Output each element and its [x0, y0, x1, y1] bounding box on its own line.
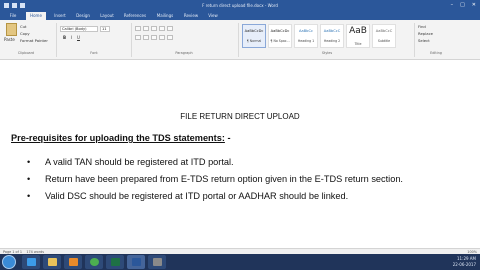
taskbar-app-chrome[interactable]	[85, 255, 103, 269]
style-name: Title	[354, 42, 362, 46]
list-item: • Valid DSC should be registered at ITD p…	[27, 191, 348, 201]
font-size-select[interactable]: 11	[100, 26, 110, 32]
tab-file[interactable]: File	[4, 12, 22, 20]
numbering-icon[interactable]	[143, 26, 149, 31]
internet-explorer-icon	[26, 258, 36, 266]
align-right-icon[interactable]	[151, 35, 157, 40]
list-item-text: A valid TAN should be registered at ITD …	[45, 157, 234, 167]
editing-group-label: Editing	[430, 51, 442, 55]
style-preview: AaBbCcC	[323, 29, 341, 33]
prerequisites-heading-suffix: -	[224, 133, 231, 143]
align-left-icon[interactable]	[135, 35, 141, 40]
tab-review[interactable]: Review	[180, 12, 202, 20]
tab-insert[interactable]: Insert	[50, 12, 70, 20]
align-center-icon[interactable]	[143, 35, 149, 40]
font-group-label: Font	[90, 51, 98, 55]
style-name: ¶ Normal	[246, 39, 262, 43]
bullets-icon[interactable]	[135, 26, 141, 31]
paragraph-group-label: Paragraph	[175, 51, 193, 55]
start-button[interactable]	[2, 255, 16, 269]
font-name-select[interactable]: Calibri (Body)	[60, 26, 98, 32]
taskbar-app-other[interactable]	[148, 255, 166, 269]
tab-layout[interactable]: Layout	[96, 12, 118, 20]
style-preview: AaBbCcDc	[244, 29, 264, 33]
bold-button[interactable]: B	[62, 35, 67, 40]
cut-button[interactable]: Cut	[20, 24, 27, 29]
format-painter-button[interactable]: Format Painter	[20, 38, 48, 43]
style-name: Subtitle	[377, 39, 391, 43]
paste-button[interactable]: Paste	[4, 37, 15, 42]
list-item: • Return have been prepared from E-TDS re…	[27, 174, 403, 184]
word-icon	[131, 258, 141, 266]
clipboard-group-label: Clipboard	[17, 51, 35, 55]
style-name: ¶ No Spac...	[270, 39, 290, 43]
chrome-icon	[89, 258, 99, 266]
tab-view[interactable]: View	[204, 12, 222, 20]
title-bar: F return direct upload file.docx - Word …	[0, 0, 480, 11]
taskbar-app-explorer[interactable]	[43, 255, 61, 269]
style-preview: AaBbCcDc	[270, 29, 290, 33]
style-preview: AaBbCc	[299, 29, 313, 33]
divider	[414, 23, 415, 57]
excel-icon	[110, 258, 120, 266]
tab-mailings[interactable]: Mailings	[152, 12, 178, 20]
find-button[interactable]: Find	[418, 24, 426, 29]
list-item: • A valid TAN should be registered at ITD…	[27, 157, 234, 167]
taskbar-app-excel[interactable]	[106, 255, 124, 269]
maximize-button[interactable]: □	[460, 2, 465, 8]
style-no-spacing[interactable]: AaBbCcDc ¶ No Spac...	[268, 24, 292, 48]
bullet-icon: •	[27, 191, 31, 201]
style-heading-2[interactable]: AaBbCcC Heading 2	[320, 24, 344, 48]
folder-icon	[47, 258, 57, 266]
taskbar-app-ie[interactable]	[22, 255, 40, 269]
prerequisites-heading-text: Pre-requisites for uploading the TDS sta…	[11, 133, 225, 143]
ribbon-home: Paste Cut Copy Format Painter Clipboard …	[0, 20, 480, 60]
minimize-button[interactable]: –	[451, 2, 454, 8]
ribbon-tabs: File Home Insert Design Layout Reference…	[0, 11, 480, 20]
divider	[56, 23, 57, 57]
decrease-indent-icon[interactable]	[159, 26, 165, 31]
style-preview: AaBbCcC	[375, 29, 393, 33]
system-tray: 11:29 AM 22-06-2017	[453, 256, 476, 268]
media-player-icon	[68, 258, 78, 266]
style-heading-1[interactable]: AaBbCc Heading 1	[294, 24, 318, 48]
document-page[interactable]: FILE RETURN DIRECT UPLOAD Pre-requisites…	[0, 61, 480, 248]
taskbar-app-word[interactable]	[127, 255, 145, 269]
list-item-text: Return have been prepared from E-TDS ret…	[45, 174, 403, 184]
app-icon	[152, 258, 162, 266]
tab-home[interactable]: Home	[26, 12, 46, 20]
taskbar-app-media[interactable]	[64, 255, 82, 269]
style-subtitle[interactable]: AaBbCcC Subtitle	[372, 24, 396, 48]
style-name: Heading 2	[323, 39, 341, 43]
styles-group-label: Styles	[321, 51, 333, 55]
taskbar: 11:29 AM 22-06-2017	[0, 254, 480, 270]
copy-button[interactable]: Copy	[20, 31, 30, 36]
line-spacing-icon[interactable]	[167, 35, 173, 40]
italic-button[interactable]: I	[69, 35, 74, 40]
close-button[interactable]: ✕	[472, 2, 476, 8]
justify-icon[interactable]	[159, 35, 165, 40]
style-preview: AaB	[349, 26, 367, 36]
select-button[interactable]: Select	[418, 38, 430, 43]
multilevel-list-icon[interactable]	[151, 26, 157, 31]
tab-references[interactable]: References	[120, 12, 150, 20]
style-name: Heading 1	[297, 39, 315, 43]
bullet-icon: •	[27, 174, 31, 184]
paste-icon[interactable]	[6, 23, 17, 36]
bullet-icon: •	[27, 157, 31, 167]
divider	[238, 23, 239, 57]
document-title: FILE RETURN DIRECT UPLOAD	[180, 112, 300, 121]
style-title[interactable]: AaB Title	[346, 24, 370, 48]
window-title: F return direct upload file.docx - Word	[202, 3, 278, 8]
increase-indent-icon[interactable]	[167, 26, 173, 31]
list-item-text: Valid DSC should be registered at ITD po…	[45, 191, 349, 201]
prerequisites-heading: Pre-requisites for uploading the TDS sta…	[11, 133, 231, 143]
tab-design[interactable]: Design	[72, 12, 94, 20]
replace-button[interactable]: Replace	[418, 31, 433, 36]
style-normal[interactable]: AaBbCcDc ¶ Normal	[242, 24, 266, 48]
divider	[131, 23, 132, 57]
underline-button[interactable]: U	[76, 35, 81, 40]
clock-date[interactable]: 22-06-2017	[453, 262, 476, 268]
